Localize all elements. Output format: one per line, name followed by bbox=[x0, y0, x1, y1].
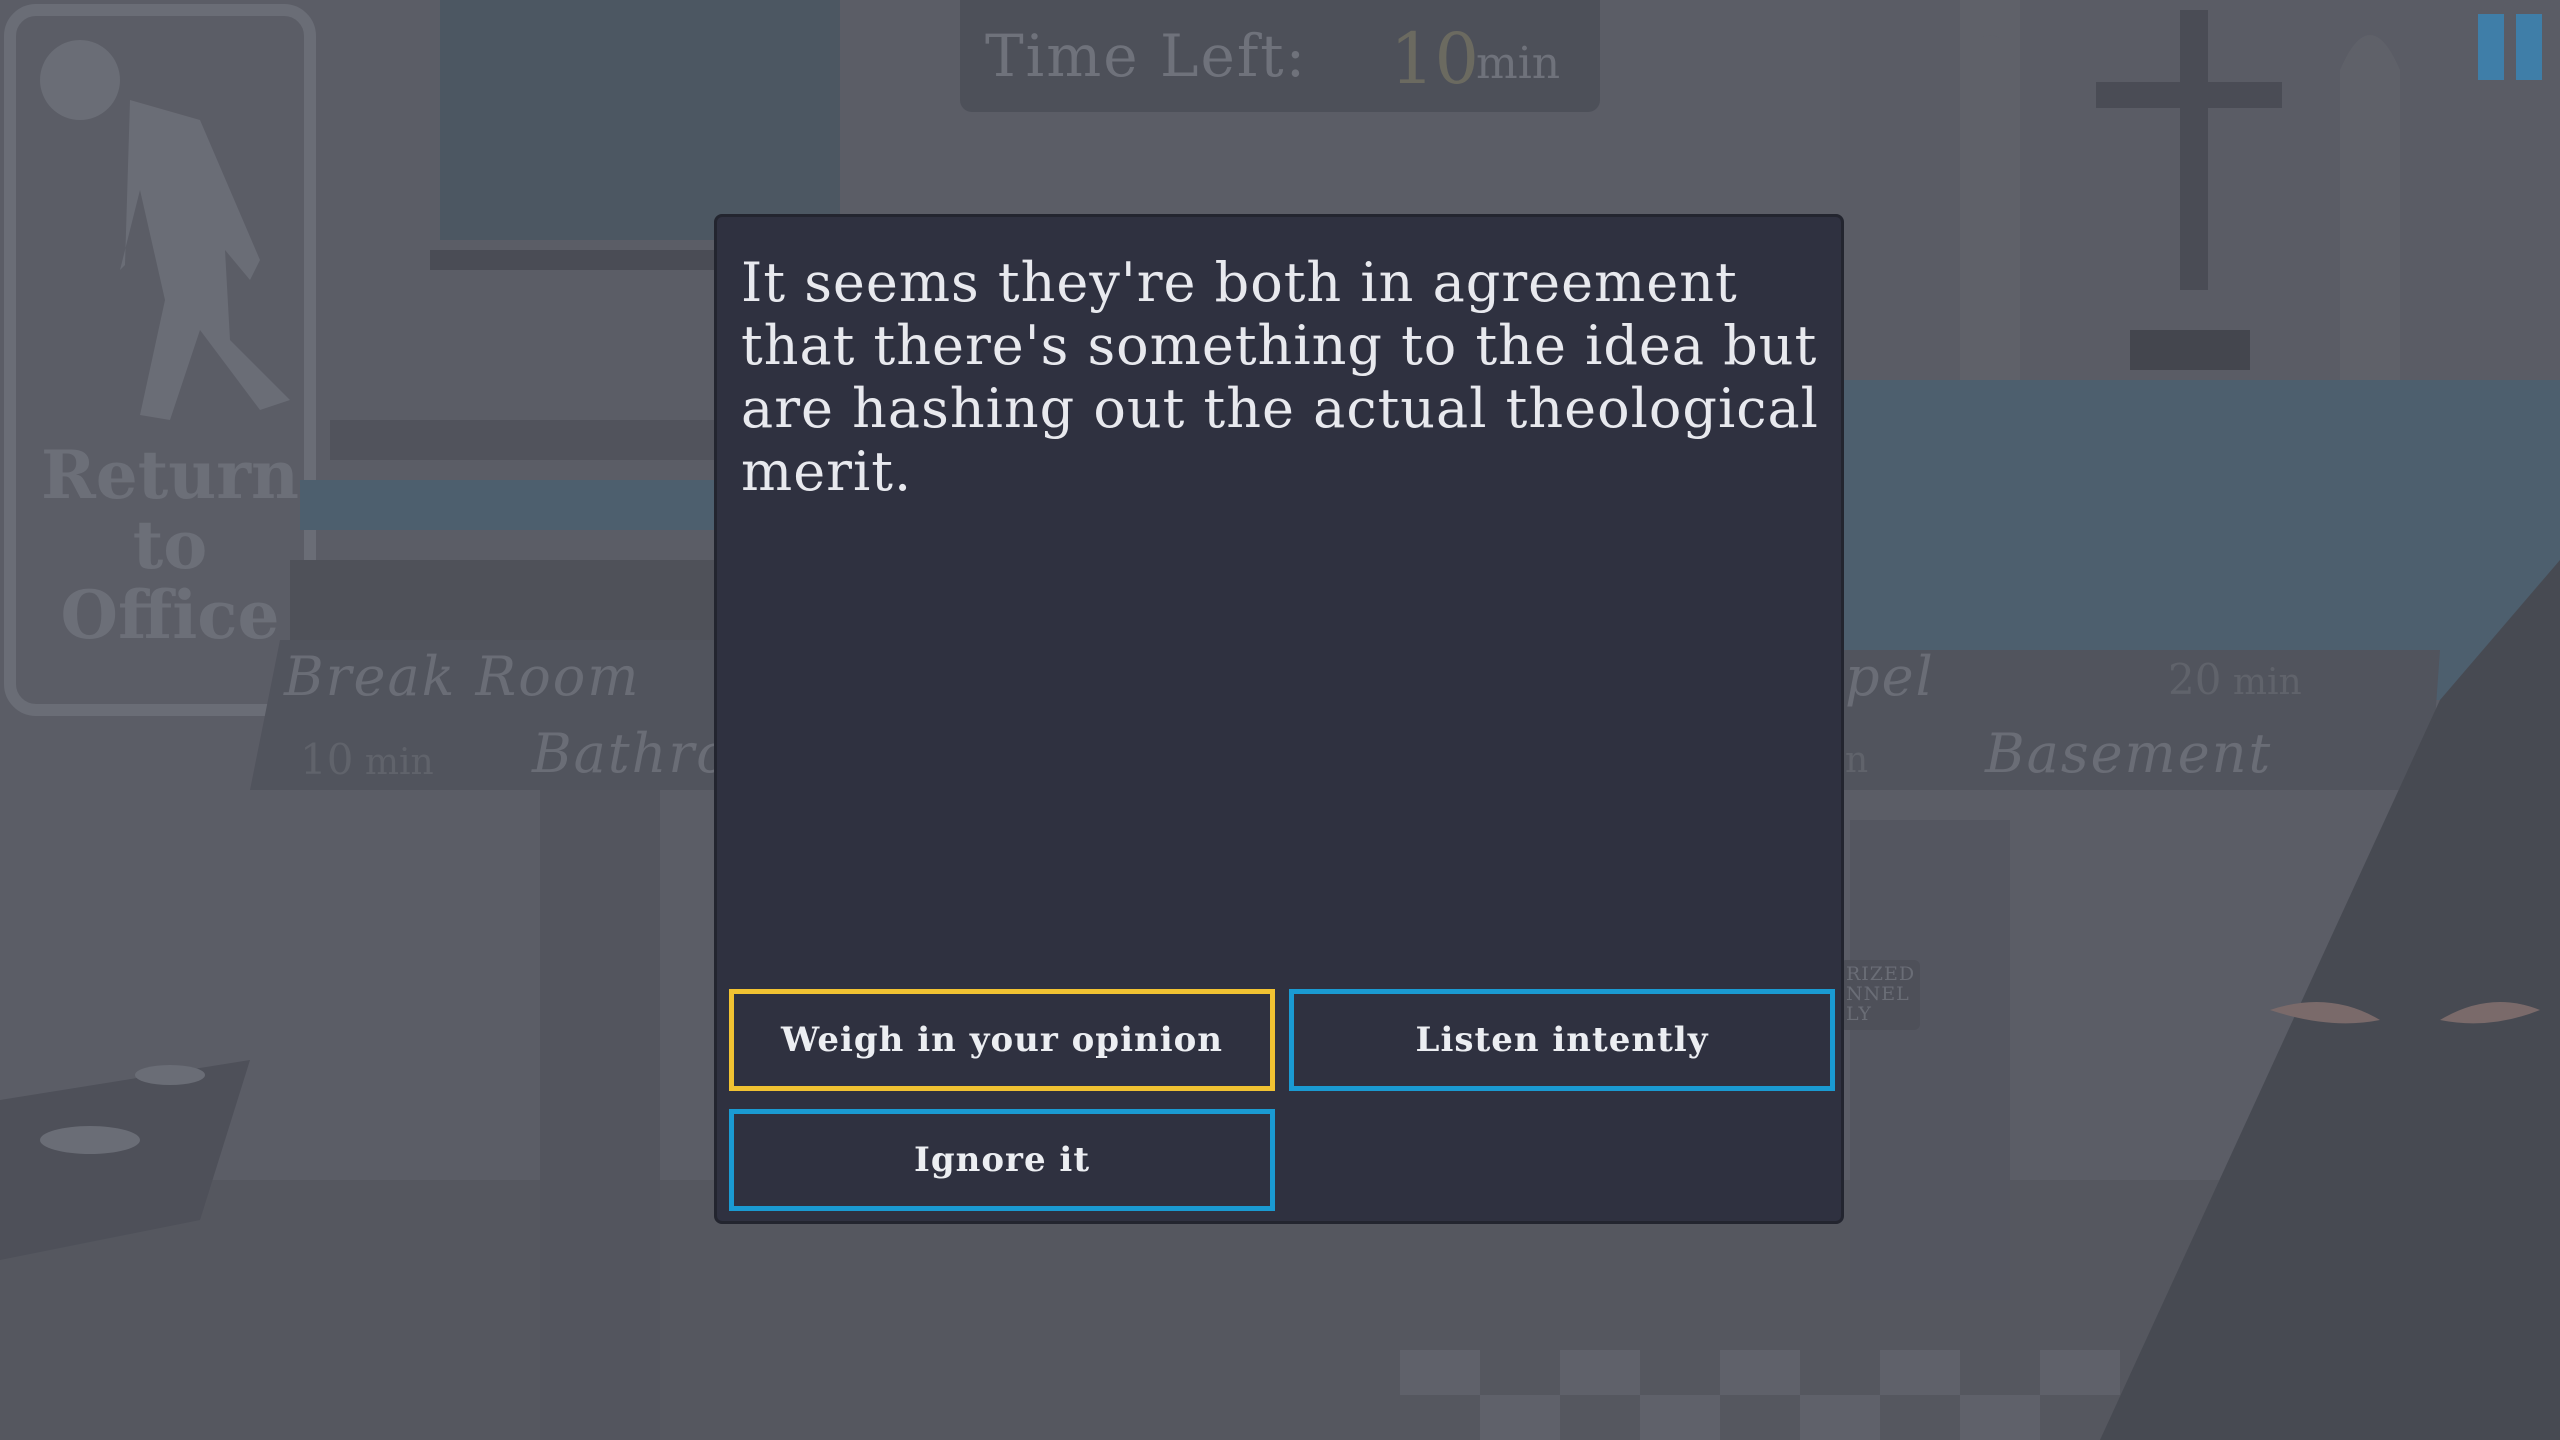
sign-line: RIZED bbox=[1846, 963, 1916, 985]
pause-icon bbox=[2516, 14, 2542, 80]
time-left-label: Time Left: bbox=[985, 22, 1308, 90]
cross-icon bbox=[2180, 10, 2208, 290]
time-unit: min bbox=[364, 742, 434, 783]
location-bathroom[interactable]: Bathro bbox=[532, 722, 731, 785]
return-to-office-sign[interactable]: Return to Office bbox=[30, 440, 310, 650]
location-bathroom-time: 10 min bbox=[300, 735, 434, 784]
sign-line: LY bbox=[1846, 1003, 1872, 1025]
pause-button[interactable] bbox=[2478, 14, 2548, 80]
location-chapel-time: 20 min bbox=[2168, 655, 2302, 704]
time-left-value: 10 bbox=[1390, 18, 1480, 100]
sign-line: Return bbox=[40, 436, 300, 514]
sign-line: to bbox=[132, 506, 208, 584]
time-value: 20 bbox=[2168, 655, 2222, 704]
location-basement-time: n bbox=[1845, 740, 1869, 781]
choice-weigh-in-button[interactable]: Weigh in your opinion bbox=[729, 989, 1275, 1091]
choice-listen-button[interactable]: Listen intently bbox=[1289, 989, 1835, 1091]
authorized-personnel-sign: RIZED NNEL LY bbox=[1846, 964, 1915, 1024]
time-left-unit: min bbox=[1476, 38, 1561, 89]
walking-person-icon bbox=[40, 40, 120, 120]
pause-icon bbox=[2478, 14, 2504, 80]
location-basement[interactable]: Basement bbox=[1985, 722, 2272, 785]
sign-line: Office bbox=[60, 576, 280, 654]
location-break-room[interactable]: Break Room bbox=[284, 645, 640, 708]
location-chapel[interactable]: pel bbox=[1845, 645, 1935, 708]
choice-ignore-button[interactable]: Ignore it bbox=[729, 1109, 1275, 1211]
dialog-text: It seems they're both in agreement that … bbox=[741, 251, 1819, 503]
dialog-box: It seems they're both in agreement that … bbox=[714, 214, 1844, 1224]
time-unit: min bbox=[2232, 662, 2302, 703]
time-value: 10 bbox=[300, 735, 354, 784]
sign-line: NNEL bbox=[1846, 983, 1910, 1005]
